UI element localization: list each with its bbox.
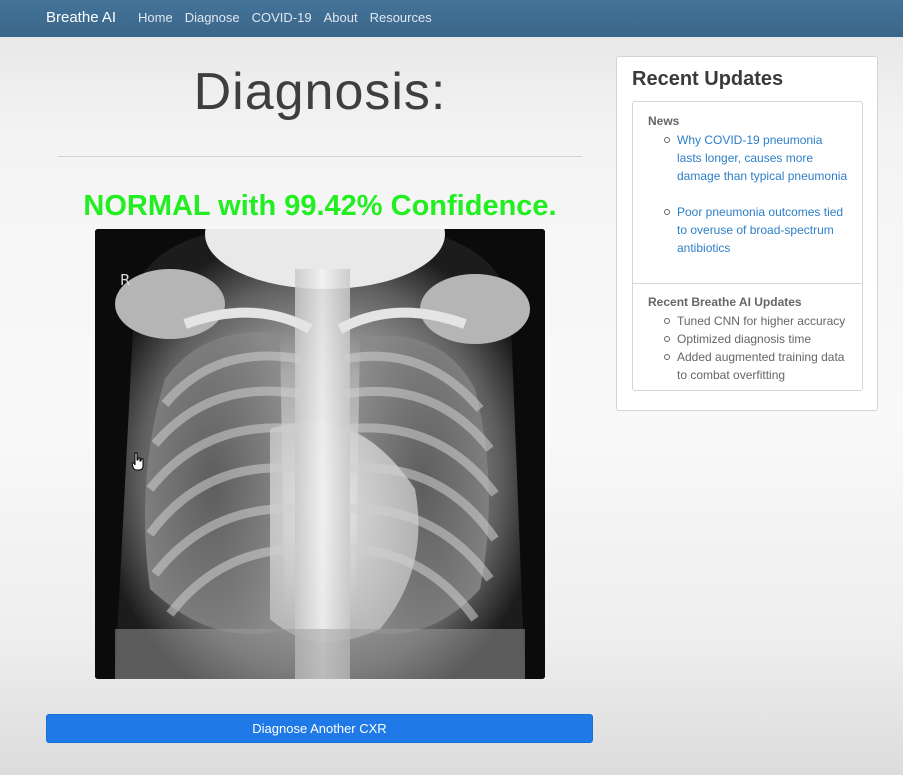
nav-home[interactable]: Home — [138, 10, 173, 26]
updates-list-group: News Why COVID-19 pneumonia lasts longer… — [632, 101, 863, 391]
nav-resources[interactable]: Resources — [370, 10, 432, 26]
app-updates-section: Recent Breathe AI Updates Tuned CNN for … — [633, 283, 862, 391]
navbar: Breathe AI Home Diagnose COVID-19 About … — [0, 0, 903, 37]
nav-covid-19[interactable]: COVID-19 — [252, 10, 312, 26]
page-title: Diagnosis: — [193, 63, 447, 121]
recent-updates-panel: Recent Updates News Why COVID-19 pneumon… — [616, 56, 878, 411]
nav-links: Home Diagnose COVID-19 About Resources — [138, 10, 444, 26]
chest-xray-image: R — [95, 229, 545, 679]
nav-diagnose[interactable]: Diagnose — [185, 10, 240, 26]
divider — [58, 156, 582, 157]
news-link[interactable]: Why COVID-19 pneumonia lasts longer, cau… — [664, 131, 850, 185]
list-item: Optimized diagnosis time — [664, 330, 850, 348]
list-item: Added augmented training data to combat … — [664, 348, 850, 384]
list-item: Tuned CNN for higher accuracy — [664, 312, 850, 330]
news-heading: News — [648, 114, 680, 128]
news-section: News Why COVID-19 pneumonia lasts longer… — [633, 102, 862, 283]
news-list: Why COVID-19 pneumonia lasts longer, cau… — [664, 131, 862, 257]
app-updates-heading: Recent Breathe AI Updates — [648, 295, 802, 309]
hand-pointer-icon — [131, 452, 144, 471]
panel-title: Recent Updates — [632, 68, 784, 90]
news-link[interactable]: Poor pneumonia outcomes tied to overuse … — [664, 203, 850, 257]
app-updates-list: Tuned CNN for higher accuracy Optimized … — [664, 312, 862, 384]
brand-link[interactable]: Breathe AI — [46, 9, 116, 27]
diagnosis-result: NORMAL with 99.42% Confidence. — [83, 190, 557, 222]
xray-side-marker: R — [120, 271, 131, 289]
diagnose-another-button[interactable]: Diagnose Another CXR — [46, 714, 593, 743]
nav-about[interactable]: About — [324, 10, 358, 26]
